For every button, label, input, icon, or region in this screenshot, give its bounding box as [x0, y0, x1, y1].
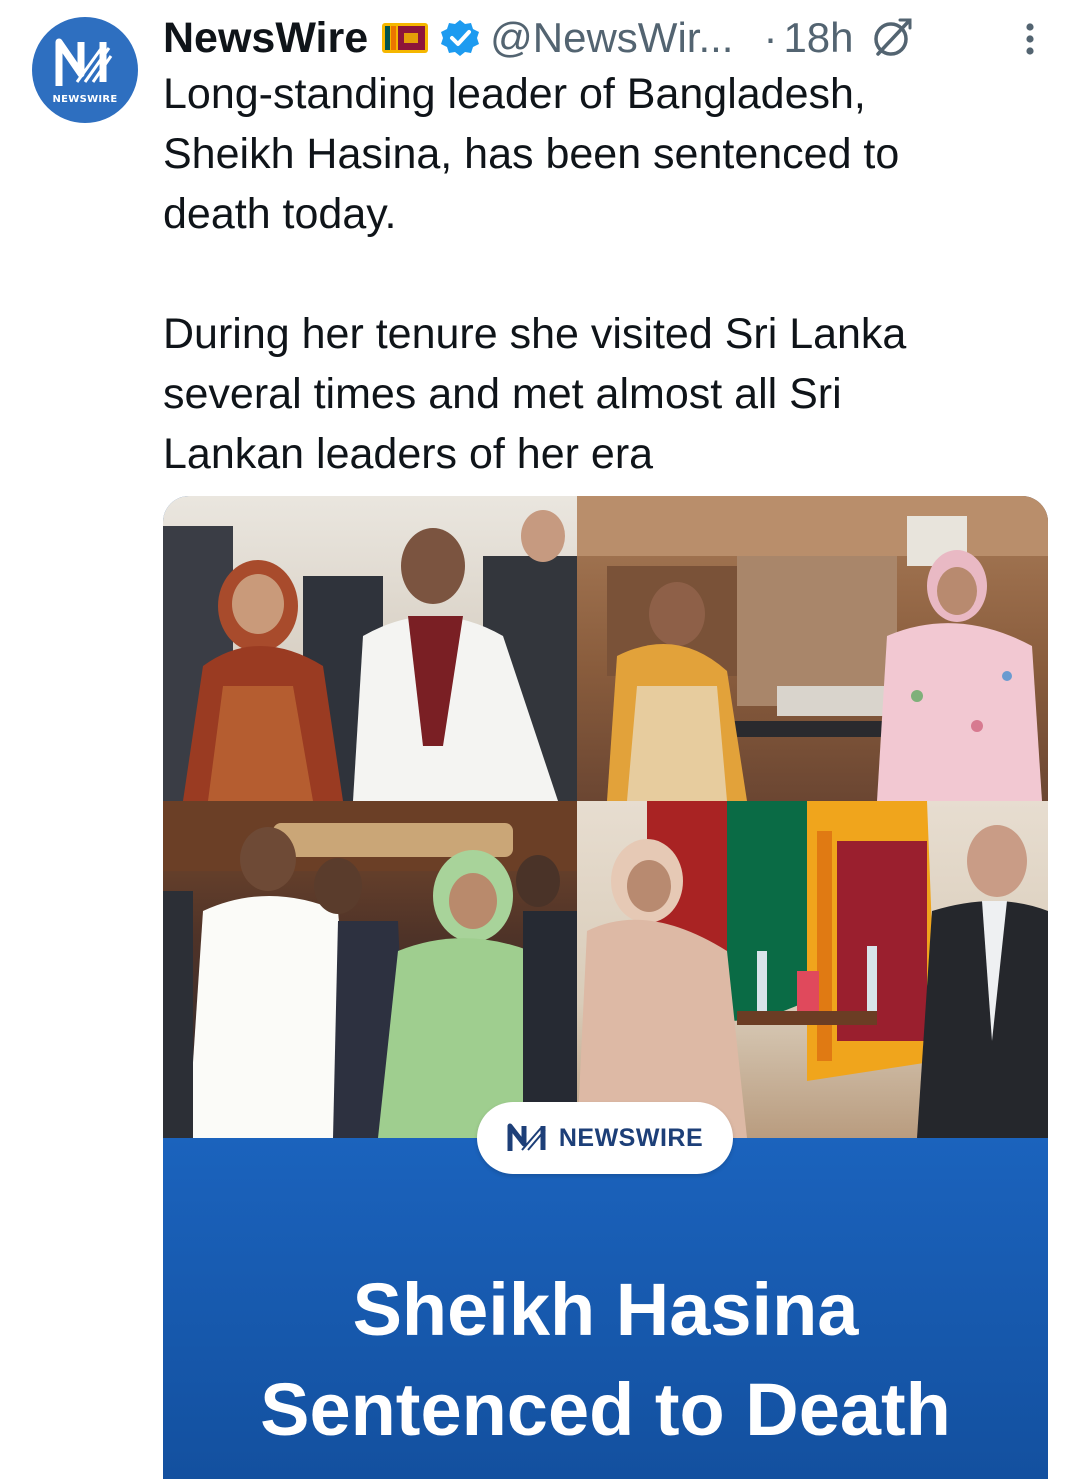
- photo-1-illustration: [163, 510, 577, 801]
- tweet-media-image[interactable]: NEWSWIRE Sheikh Hasina Sentenced to Deat…: [163, 496, 1048, 1479]
- grok-icon[interactable]: [870, 16, 914, 60]
- photo-4-illustration: [577, 801, 1048, 1138]
- photo-hasina-meeting-bandaranaike: [577, 496, 1048, 801]
- tweet[interactable]: NEWSWIRE NewsWire @NewsWir... · 18h Long…: [0, 0, 1080, 1479]
- verified-badge-icon: [441, 20, 480, 56]
- tweet-text: Long-standing leader of Bangladesh, Shei…: [163, 64, 1043, 484]
- headline-line-1: Sheikh Hasina: [352, 1268, 859, 1351]
- photo-hasina-with-rajapaksa: [163, 496, 577, 801]
- display-name[interactable]: NewsWire: [163, 14, 368, 63]
- handle[interactable]: @NewsWir...: [490, 14, 733, 62]
- photo-hasina-meeting-wickremesinghe: [577, 801, 1048, 1138]
- photo-hasina-with-sirisena: [163, 801, 577, 1138]
- newswire-logo-icon: [55, 38, 113, 86]
- tweet-paragraph-1: Long-standing leader of Bangladesh, Shei…: [163, 70, 900, 238]
- more-options-icon[interactable]: [1024, 22, 1036, 56]
- tweet-paragraph-2: During her tenure she visited Sri Lanka …: [163, 310, 907, 478]
- newswire-badge: NEWSWIRE: [477, 1102, 733, 1174]
- tweet-header: NewsWire @NewsWir... · 18h: [163, 10, 1043, 66]
- sri-lanka-flag-icon: [382, 23, 429, 53]
- avatar[interactable]: NEWSWIRE: [32, 17, 138, 123]
- photo-3-illustration: [163, 801, 577, 1138]
- headline-line-2: Sentenced to Death: [260, 1368, 951, 1451]
- separator-dot: ·: [763, 14, 778, 61]
- avatar-label: NEWSWIRE: [52, 93, 118, 105]
- timestamp[interactable]: 18h: [783, 14, 853, 62]
- newswire-badge-logo-icon: [507, 1123, 546, 1151]
- photo-2-illustration: [577, 496, 1048, 801]
- badge-text: NEWSWIRE: [558, 1123, 704, 1152]
